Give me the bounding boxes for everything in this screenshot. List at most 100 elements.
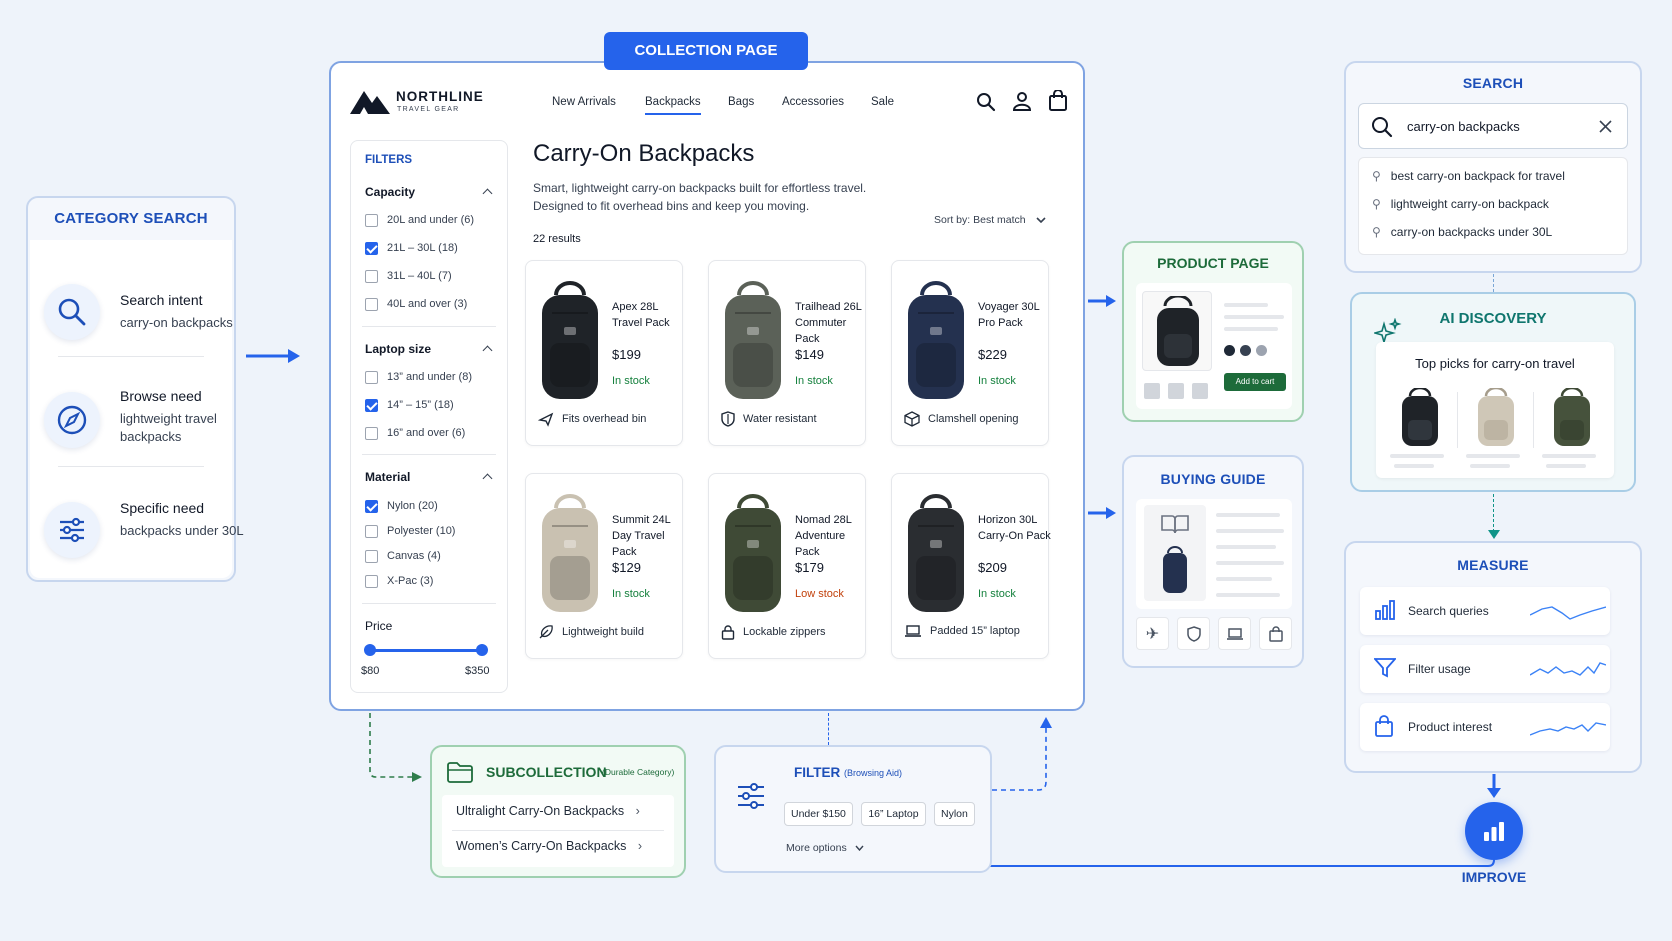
nav-new-arrivals[interactable]: New Arrivals: [552, 96, 616, 108]
checkbox-checked[interactable]: [365, 242, 378, 255]
search-input[interactable]: carry-on backpacks: [1358, 103, 1628, 149]
checkbox[interactable]: [365, 298, 378, 311]
checkbox-checked[interactable]: [365, 500, 378, 513]
sliders-icon: [738, 783, 764, 809]
checkbox-checked[interactable]: [365, 399, 378, 412]
filter-option[interactable]: 20L and under (6): [387, 214, 474, 226]
measure-row-product-interest[interactable]: Product interest: [1360, 703, 1610, 751]
filter-option[interactable]: X-Pac (3): [387, 575, 433, 587]
add-to-cart-button[interactable]: Add to cart: [1224, 373, 1286, 391]
subcollection-item[interactable]: Women’s Carry-On Backpacks ›: [456, 839, 668, 853]
product-name[interactable]: Summit 24L Day Travel Pack: [612, 512, 686, 560]
sort-dropdown[interactable]: Sort by: Best match: [934, 214, 1046, 226]
filter-option[interactable]: Canvas (4): [387, 550, 441, 562]
product-name[interactable]: Voyager 30L Pro Pack: [978, 299, 1052, 331]
thumbnail[interactable]: [1192, 383, 1208, 399]
subcollection-title: SUBCOLLECTION: [486, 764, 607, 780]
brand-name[interactable]: NORTHLINE: [396, 89, 484, 104]
search-icon[interactable]: [976, 92, 996, 112]
shield-icon[interactable]: [1177, 617, 1210, 650]
price-slider-max-handle[interactable]: [476, 644, 488, 656]
dashed-connector: [369, 713, 422, 782]
filter-option[interactable]: 31L – 40L (7): [387, 270, 452, 282]
cart-bag-icon[interactable]: [1048, 90, 1068, 111]
measure-row-filter-usage[interactable]: Filter usage: [1360, 645, 1610, 693]
thumbnail[interactable]: [1144, 383, 1160, 399]
checkbox[interactable]: [365, 270, 378, 283]
product-name[interactable]: Apex 28L Travel Pack: [612, 299, 686, 331]
filter-option[interactable]: 40L and over (3): [387, 298, 467, 310]
filter-option[interactable]: 14” – 15” (18): [387, 399, 454, 411]
product-name[interactable]: Trailhead 26L Commuter Pack: [795, 299, 869, 347]
suggestion-item[interactable]: ⚲ lightweight carry-on backpack: [1372, 197, 1549, 211]
account-icon[interactable]: [1012, 91, 1032, 111]
checkbox[interactable]: [365, 575, 378, 588]
close-icon[interactable]: [1599, 120, 1612, 133]
color-swatch[interactable]: [1240, 345, 1251, 356]
suggestion-item[interactable]: ⚲ carry-on backpacks under 30L: [1372, 225, 1552, 239]
price-slider-min-handle[interactable]: [364, 644, 376, 656]
suggestion-item[interactable]: ⚲ best carry-on backpack for travel: [1372, 169, 1565, 183]
checkbox[interactable]: [365, 371, 378, 384]
filter-option[interactable]: Polyester (10): [387, 525, 455, 537]
laptop-icon: [904, 624, 922, 638]
checkbox[interactable]: [365, 427, 378, 440]
nav-accessories[interactable]: Accessories: [782, 96, 844, 108]
checkbox[interactable]: [365, 550, 378, 563]
color-swatch[interactable]: [1224, 345, 1235, 356]
checkbox[interactable]: [365, 214, 378, 227]
filter-chip[interactable]: Nylon: [934, 802, 975, 826]
color-swatch[interactable]: [1256, 345, 1267, 356]
search-query[interactable]: carry-on backpacks: [1407, 119, 1520, 134]
page-title: Carry-On Backpacks: [533, 140, 755, 167]
product-card[interactable]: Apex 28L Travel Pack $199 In stock Fits ove…: [525, 260, 683, 446]
backpack-pick-1[interactable]: [1398, 388, 1442, 448]
filter-option[interactable]: 13” and under (8): [387, 371, 472, 383]
measure-row-search-queries[interactable]: Search queries: [1360, 587, 1610, 635]
compass-icon: [44, 392, 100, 448]
product-name[interactable]: Nomad 28L Adventure Pack: [795, 512, 869, 560]
filter-option[interactable]: 21L – 30L (18): [387, 242, 458, 254]
product-card[interactable]: Trailhead 26L Commuter Pack $149 In stock W…: [708, 260, 866, 446]
bag-icon[interactable]: [1259, 617, 1292, 650]
arrow-right-icon: [1088, 295, 1116, 307]
laptop-icon[interactable]: [1218, 617, 1251, 650]
divider: [58, 356, 204, 357]
checkbox[interactable]: [365, 525, 378, 538]
product-feature-label: Lightweight build: [562, 626, 644, 638]
stock-status: In stock: [978, 588, 1016, 600]
filter-laptop-label[interactable]: Laptop size: [365, 342, 431, 356]
filter-capacity-label[interactable]: Capacity: [365, 185, 415, 199]
more-options-link[interactable]: More options: [786, 842, 864, 854]
product-card[interactable]: Nomad 28L Adventure Pack $179 Low stock Loc…: [708, 473, 866, 659]
backpack-pick-2[interactable]: [1474, 388, 1518, 448]
filter-option[interactable]: 16” and over (6): [387, 427, 465, 439]
nav-active-underline: [645, 113, 701, 115]
nav-backpacks[interactable]: Backpacks: [645, 96, 701, 108]
nav-bags[interactable]: Bags: [728, 96, 754, 108]
plane-icon[interactable]: ✈: [1136, 617, 1169, 650]
filter-chip[interactable]: Under $150: [784, 802, 853, 826]
product-card[interactable]: Voyager 30L Pro Pack $229 In stock Clamshel…: [891, 260, 1049, 446]
measure-label: Search queries: [1408, 604, 1489, 618]
category-item-specific-need[interactable]: Specific need backpacks under 30L: [28, 468, 244, 578]
text-placeholder: [1216, 577, 1272, 581]
product-card[interactable]: Summit 24L Day Travel Pack $129 In stock Li…: [525, 473, 683, 659]
thumbnail[interactable]: [1168, 383, 1184, 399]
filter-chip[interactable]: 16” Laptop: [861, 802, 926, 826]
filter-panel: FILTER (Browsing Aid) Under $150 16” Lap…: [714, 745, 992, 873]
backpack-pick-3[interactable]: [1550, 388, 1594, 448]
product-feature: Water resistant: [721, 411, 817, 427]
price-slider-track[interactable]: [370, 649, 482, 652]
product-card[interactable]: Horizon 30L Carry-On Pack $209 In stock Pad…: [891, 473, 1052, 659]
dashed-connector: [992, 717, 1052, 791]
filter-material-label[interactable]: Material: [365, 470, 410, 484]
sparkline: [1530, 722, 1606, 736]
category-item-search-intent[interactable]: Search intent carry-on backpacks: [28, 250, 234, 360]
dashed-connector: [1493, 494, 1494, 532]
product-name[interactable]: Horizon 30L Carry-On Pack: [978, 512, 1052, 544]
subcollection-item[interactable]: Ultralight Carry-On Backpacks ›: [456, 804, 668, 818]
category-item-browse-need[interactable]: Browse need lightweight travel backpacks: [28, 358, 234, 468]
nav-sale[interactable]: Sale: [871, 96, 894, 108]
filter-option[interactable]: Nylon (20): [387, 500, 438, 512]
